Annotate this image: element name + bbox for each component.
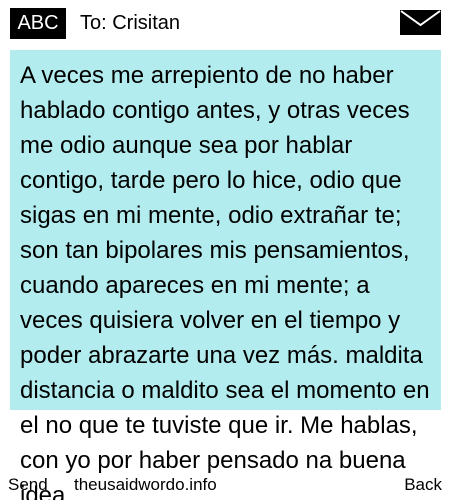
compose-header: ABC To: Crisitan (0, 0, 450, 44)
softkey-bar: Send theusaidwordo.info Back (0, 472, 450, 500)
message-compose-screen: ABC To: Crisitan A veces me arrepiento d… (0, 0, 450, 500)
back-softkey[interactable]: Back (404, 474, 442, 496)
message-body-text[interactable]: A veces me arrepiento de no haber hablad… (20, 58, 430, 500)
envelope-icon (400, 10, 441, 35)
center-softkey[interactable]: theusaidwordo.info (74, 474, 217, 496)
input-mode-indicator: ABC (10, 8, 66, 39)
recipient-field[interactable]: To: Crisitan (80, 8, 180, 39)
send-softkey[interactable]: Send (8, 474, 48, 496)
